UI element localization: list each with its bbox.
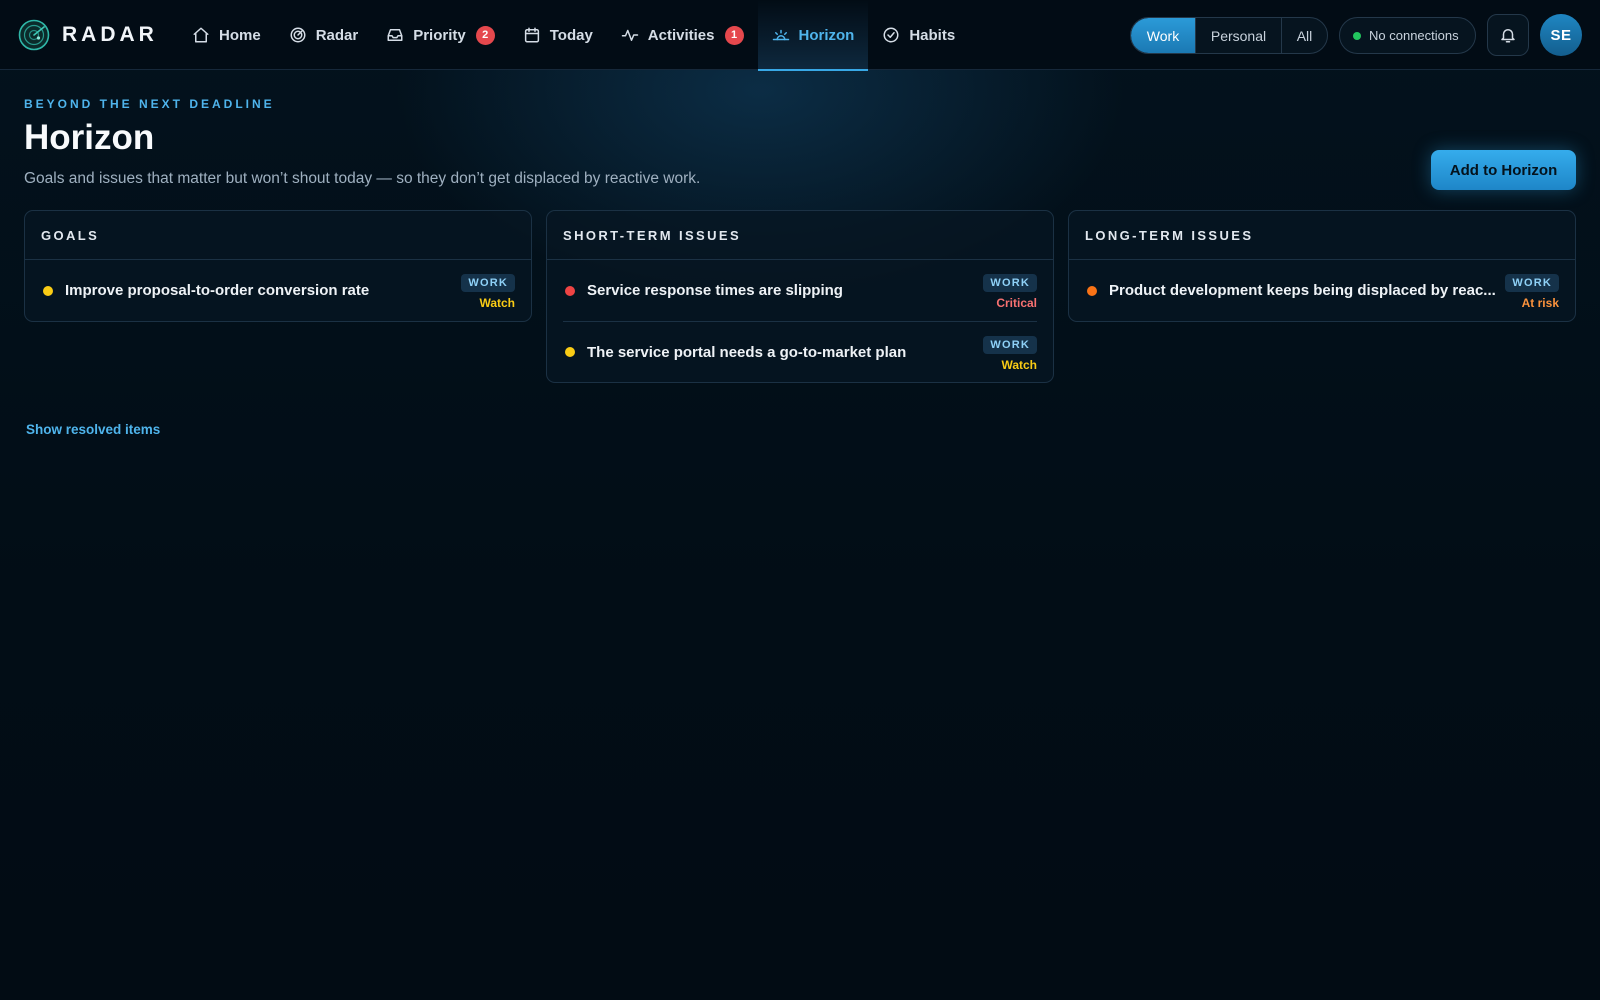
add-to-horizon-button[interactable]: Add to Horizon [1431,150,1576,190]
nav-priority[interactable]: Priority 2 [372,0,509,70]
app-name: RADAR [62,23,158,46]
user-avatar[interactable]: SE [1540,14,1582,56]
horizon-icon [772,29,789,41]
scope-toggle: Work Personal All [1130,17,1328,54]
radar-icon [290,27,306,43]
item-title: The service portal needs a go-to-market … [587,343,907,361]
calendar-icon [524,27,539,43]
scope-all-button[interactable]: All [1281,18,1327,53]
status-dot [565,285,575,296]
nav-horizon-label: Horizon [798,26,855,44]
notifications-button[interactable] [1487,14,1529,56]
check-circle-icon [883,27,899,43]
item-title: Improve proposal-to-order conversion rat… [65,282,370,299]
nav-habits[interactable]: Habits [868,0,969,70]
long-term-column-title: LONG-TERM ISSUES [1069,211,1575,260]
horizon-item[interactable]: The service portal needs a go-to-market … [563,321,1037,382]
nav-priority-label: Priority [413,26,466,44]
goals-column-title: GOALS [25,211,531,260]
scope-tag: WORK [983,336,1037,354]
priority-count-badge: 2 [475,25,495,45]
show-resolved-link[interactable]: Show resolved items [26,422,160,437]
scope-tag: WORK [461,274,515,292]
horizon-item[interactable]: Product development keeps being displace… [1085,260,1559,321]
inbox-icon [387,29,403,41]
status-label: Watch [1001,358,1037,372]
top-bar: RADAR Home Radar Priority 2 Today Activi… [0,0,1600,71]
nav-habits-label: Habits [909,26,956,44]
connection-status-dot [1353,31,1361,40]
page-title: Horizon [24,118,155,157]
page-subtitle: Goals and issues that matter but won’t s… [24,170,701,187]
scope-tag: WORK [1505,274,1559,292]
nav-today-label: Today [549,26,593,44]
long-term-issues-column: LONG-TERM ISSUES Product development kee… [1068,210,1576,322]
nav-home[interactable]: Home [178,0,275,70]
nav-today[interactable]: Today [509,0,607,70]
horizon-item[interactable]: Improve proposal-to-order conversion rat… [41,260,515,321]
radar-logo-icon [18,19,50,51]
item-title: Product development keeps being displace… [1109,282,1496,299]
goals-column: GOALS Improve proposal-to-order conversi… [24,210,532,322]
nav-activities[interactable]: Activities 1 [607,0,758,70]
activity-icon [621,29,639,41]
short-term-column-title: SHORT-TERM ISSUES [547,211,1053,260]
main-nav: Home Radar Priority 2 Today Activities 1… [178,0,969,71]
nav-activities-label: Activities [647,26,715,44]
home-icon [193,27,209,43]
nav-radar-label: Radar [315,26,359,44]
scope-personal-button[interactable]: Personal [1195,18,1281,53]
status-dot [565,347,575,357]
short-term-issues-column: SHORT-TERM ISSUES Service response times… [546,210,1054,383]
connections-label: No connections [1369,28,1459,43]
scope-tag: WORK [983,274,1037,292]
status-dot [43,285,53,296]
status-label: Watch [479,296,515,310]
status-dot [1087,285,1097,296]
nav-home-label: Home [219,26,261,44]
nav-horizon[interactable]: Horizon [757,0,869,71]
page-eyebrow: BEYOND THE NEXT DEADLINE [24,97,275,111]
item-title: Service response times are slipping [587,282,843,299]
nav-radar[interactable]: Radar [275,0,373,70]
activities-count-badge: 1 [724,25,744,45]
connections-status[interactable]: No connections [1339,17,1476,54]
horizon-item[interactable]: Service response times are slipping WORK… [563,260,1037,321]
bell-icon [1501,29,1515,43]
brand[interactable]: RADAR [18,19,158,51]
status-label: Critical [996,296,1037,310]
status-label: At risk [1521,296,1559,310]
scope-work-button[interactable]: Work [1131,18,1195,53]
